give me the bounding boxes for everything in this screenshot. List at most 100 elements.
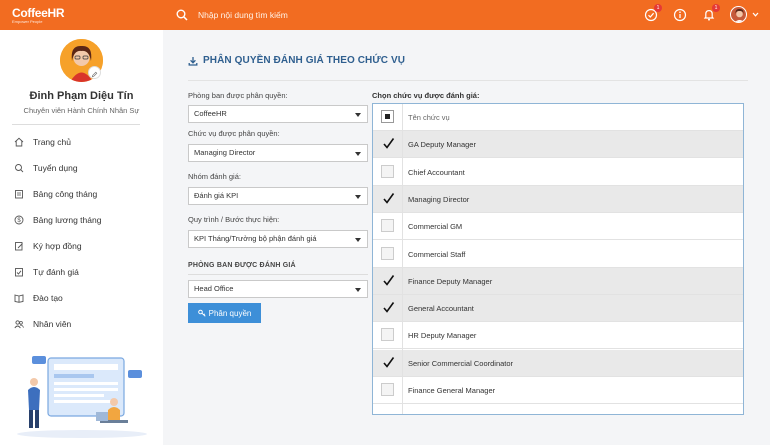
sidebar-item-recruitment[interactable]: Tuyển dụng [14,160,154,176]
position-select-value: Managing Director [194,148,256,157]
position-name: Commercial GM [408,222,463,231]
sidebar-item-training[interactable]: Đào tạo [14,290,154,306]
group-select[interactable]: Đánh giá KPI [188,187,368,205]
page-title-text: PHÂN QUYỀN ĐÁNH GIÁ THEO CHỨC VỤ [203,55,406,66]
bell-icon[interactable]: 1 [702,4,720,22]
contract-icon [15,242,23,251]
sidebar-item-self-review[interactable]: Tự đánh giá [14,264,154,280]
position-label: Chức vụ được phân quyền: [188,129,280,138]
home-icon [14,137,24,147]
position-name: Finance Deputy Manager [408,277,493,286]
timesheet-icon [15,190,23,199]
position-row[interactable]: Managing Director [373,186,743,213]
position-checkbox[interactable] [381,219,394,232]
position-row[interactable]: Chief Accountant [373,159,743,186]
caret-down-icon [355,238,361,242]
assign-button-label: Phân quyền [208,308,252,318]
caret-down-icon [355,152,361,156]
download-icon [188,56,198,66]
edit-avatar-icon[interactable] [88,66,101,79]
position-row[interactable]: General Accountant [373,295,743,322]
info-icon[interactable] [673,8,687,22]
sidebar-item-employees[interactable]: Nhân viên [14,316,154,332]
sidebar-item-home[interactable]: Trang chủ [14,134,154,150]
self-review-icon [15,268,23,277]
column-divider [402,104,403,414]
process-select-value: KPI Tháng/Trưởng bộ phận đánh giá [194,234,317,243]
sidebar-item-contract[interactable]: Ký hợp đồng [14,238,154,254]
sidebar-item-label: Trang chủ [33,137,71,147]
position-name: Chief Accountant [408,168,465,177]
select-all-checkbox[interactable] [381,110,394,123]
user-role: Chuyên viên Hành Chính Nhân Sự [23,106,140,115]
position-checkbox[interactable] [381,274,395,287]
position-checkbox[interactable] [381,165,394,178]
sidebar-illustration [17,356,147,438]
position-row[interactable]: HR Deputy Manager [373,322,743,349]
checkmark-icon [383,357,395,368]
sidebar-item-label: Nhân viên [33,319,72,329]
positions-heading: Chọn chức vụ được đánh giá: [372,91,480,100]
history-icon[interactable]: 1 [644,4,662,22]
position-checkbox[interactable] [381,356,395,369]
position-name: Finance General Manager [408,386,496,395]
employees-icon [14,320,24,329]
sidebar: Đinh Phạm Diệu Tín Chuyên viên Hành Chín… [0,30,163,445]
chevron-down-icon[interactable] [752,12,759,17]
position-name: General Accountant [408,304,474,313]
process-select[interactable]: KPI Tháng/Trưởng bộ phận đánh giá [188,230,368,248]
app-logo[interactable]: CoffeeHR Empower People [12,6,65,24]
sidebar-item-label: Bảng công tháng [33,189,98,199]
search-icon[interactable] [176,9,188,21]
search-input[interactable] [198,6,478,24]
eval-dept-label: PHÒNG BAN ĐƯỢC ĐÁNH GIÁ [188,262,296,269]
position-checkbox[interactable] [381,247,394,260]
checkmark-icon [383,302,395,313]
assign-button[interactable]: Phân quyền [188,303,261,323]
caret-down-icon [355,288,361,292]
group-label: Nhóm đánh giá: [188,172,241,181]
position-checkbox[interactable] [381,383,394,396]
sidebar-item-label: Tuyển dụng [33,163,78,173]
logo-tagline: Empower People [12,19,43,24]
dept-select[interactable]: CoffeeHR [188,105,368,123]
title-divider [188,80,748,81]
key-icon [197,309,206,317]
position-checkbox[interactable] [381,301,395,314]
sidebar-item-label: Ký hợp đồng [33,241,82,251]
eval-dept-select[interactable]: Head Office [188,280,368,298]
column-header-position: Tên chức vụ [408,113,450,122]
position-row[interactable]: Finance General Manager [373,377,743,404]
sidebar-item-label: Bảng lương tháng [33,215,102,225]
sidebar-item-payroll[interactable]: $ Bảng lương tháng [14,212,154,228]
position-name: Commercial Staff [408,250,466,259]
position-row[interactable]: Senior Commercial Coordinator [373,350,743,377]
position-checkbox[interactable] [381,137,395,150]
checkmark-icon [383,193,395,204]
position-checkbox[interactable] [381,192,395,205]
dept-label: Phòng ban được phân quyền: [188,91,288,100]
position-name: Managing Director [408,195,470,204]
eval-dept-select-value: Head Office [194,284,234,293]
position-row[interactable]: Commercial Staff [373,241,743,268]
position-name: Senior Commercial Coordinator [408,359,514,368]
sidebar-divider [12,124,140,125]
position-row[interactable]: Finance Deputy Manager [373,268,743,295]
position-select[interactable]: Managing Director [188,144,368,162]
sidebar-item-label: Tự đánh giá [33,267,79,277]
position-checkbox[interactable] [381,328,394,341]
logo-text: CoffeeHR [12,6,65,20]
sidebar-item-timesheet[interactable]: Bảng công tháng [14,186,154,202]
sidebar-item-label: Đào tạo [33,293,63,303]
positions-header-row: Tên chức vụ [373,104,743,131]
position-row[interactable]: Commercial GM [373,213,743,240]
caret-down-icon [355,113,361,117]
checkmark-icon [383,138,395,149]
position-name: HR Deputy Manager [408,331,477,340]
top-user-avatar[interactable] [730,6,747,23]
payroll-icon: $ [14,215,24,225]
caret-down-icon [355,195,361,199]
checkmark-icon [383,275,395,286]
section-divider [188,274,368,275]
position-row[interactable]: GA Deputy Manager [373,131,743,158]
